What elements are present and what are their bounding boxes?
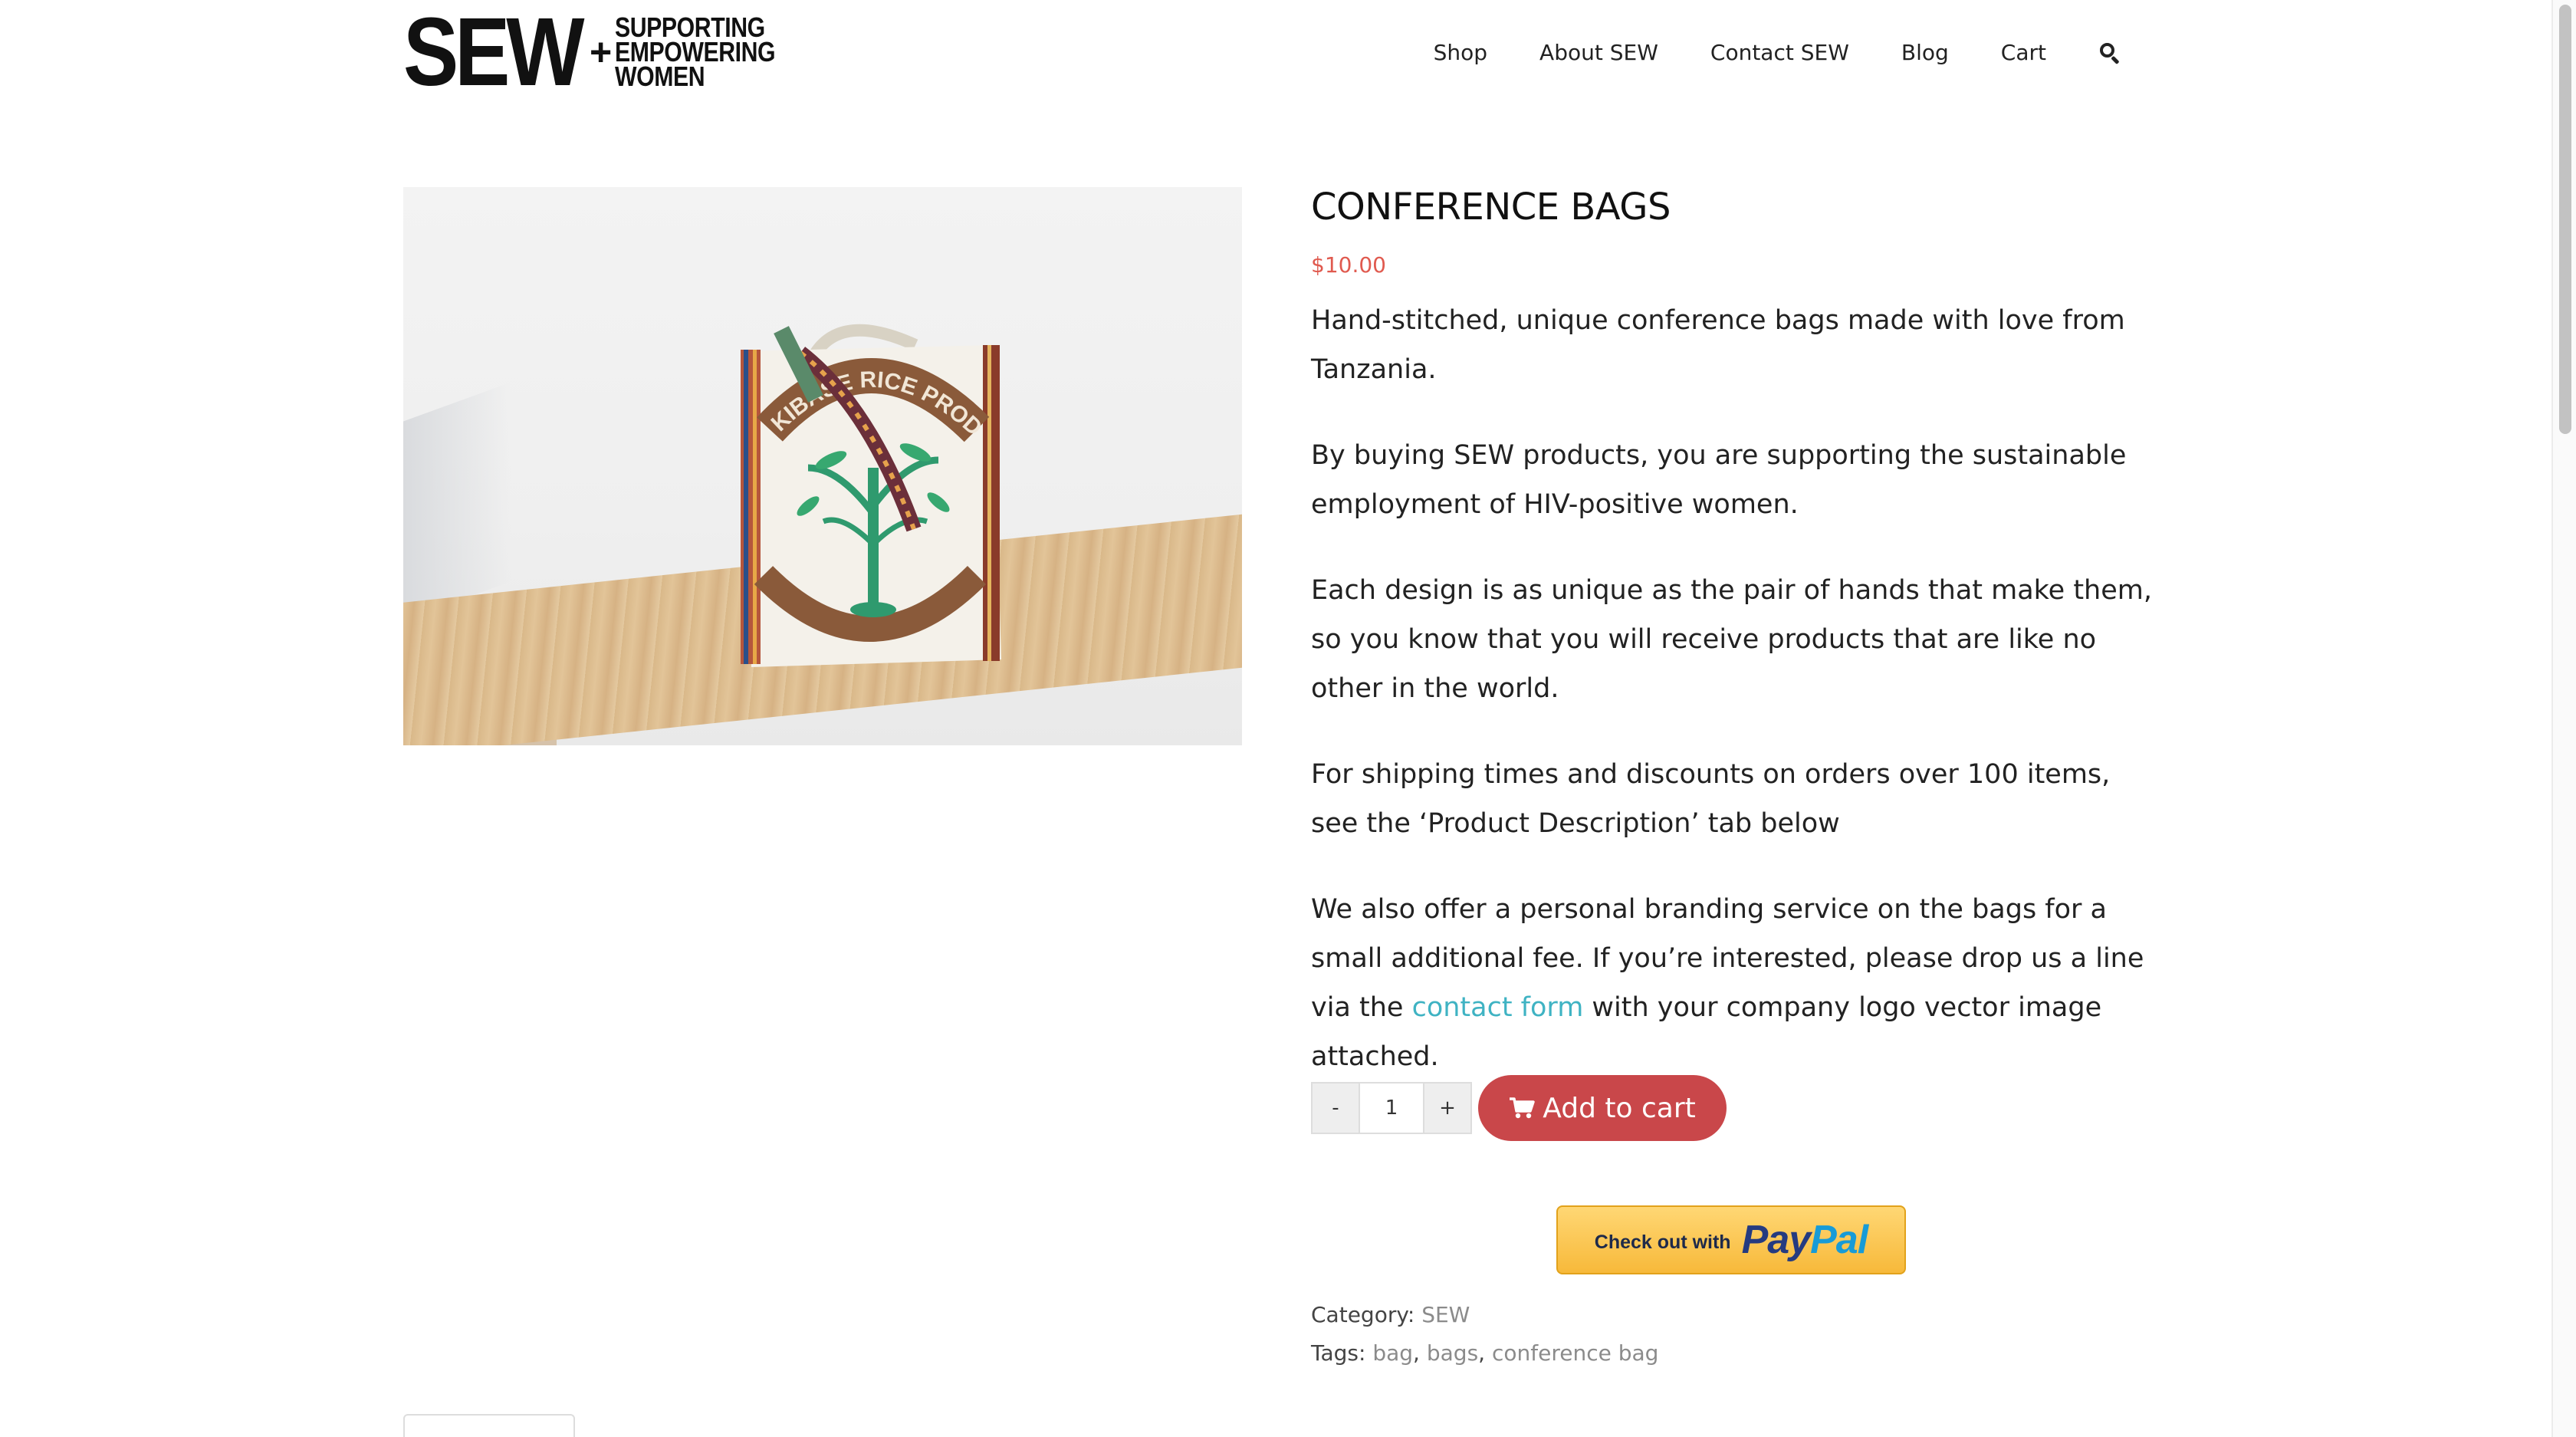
quantity-decrease-button[interactable]: -	[1313, 1084, 1359, 1133]
add-to-cart-form: - + Add to cart	[1311, 1075, 1727, 1141]
branding-paragraph: We also offer a personal branding servic…	[1311, 885, 2154, 1081]
logo-tagline-line3: WOMEN	[615, 61, 705, 92]
tag-link[interactable]: conference bag	[1492, 1340, 1658, 1366]
paypal-prefix: Check out with	[1594, 1231, 1731, 1253]
site-logo[interactable]: SEW + SUPPORTING EMPOWERING WOMEN	[403, 0, 806, 106]
logo-plus: +	[590, 31, 613, 74]
product-tabs[interactable]	[403, 1414, 575, 1437]
tag-separator: ,	[1413, 1340, 1420, 1366]
tag-link[interactable]: bag	[1372, 1340, 1413, 1366]
scrollbar-thumb[interactable]	[2559, 5, 2571, 434]
search-icon[interactable]	[2098, 41, 2120, 65]
tags-label: Tags:	[1311, 1340, 1366, 1366]
nav-item-contact[interactable]: Contact SEW	[1710, 40, 1849, 65]
paypal-logo-pal: Pal	[1810, 1218, 1868, 1262]
category-label: Category:	[1311, 1302, 1415, 1327]
description-paragraph: Hand-stitched, unique conference bags ma…	[1311, 305, 2125, 385]
product-page: SEW + SUPPORTING EMPOWERING WOMEN Shop A…	[0, 0, 2576, 1437]
paypal-logo-pay: Pay	[1741, 1218, 1812, 1262]
quantity-increase-button[interactable]: +	[1424, 1084, 1470, 1133]
tag-separator: ,	[1478, 1340, 1486, 1366]
tag-link[interactable]: bags	[1427, 1340, 1478, 1366]
product-image[interactable]: KIBASE RICE PRODUCTS	[403, 187, 1242, 745]
description-paragraph: Each design is as unique as the pair of …	[1311, 575, 2152, 704]
product-title: CONFERENCE BAGS	[1311, 186, 1671, 229]
paypal-checkout-button[interactable]: Check out with PayPal	[1556, 1205, 1906, 1274]
nav-item-cart[interactable]: Cart	[2001, 40, 2046, 65]
add-to-cart-label: Add to cart	[1543, 1092, 1696, 1124]
shopping-cart-icon	[1510, 1097, 1535, 1119]
site-header: SEW + SUPPORTING EMPOWERING WOMEN Shop A…	[0, 0, 2545, 115]
logo-tagline: SUPPORTING EMPOWERING WOMEN	[615, 14, 776, 92]
paypal-logo: PayPal	[1741, 1217, 1869, 1263]
add-to-cart-button[interactable]: Add to cart	[1478, 1075, 1727, 1141]
logo-wordmark: SEW	[403, 0, 585, 106]
product-price: $10.00	[1311, 252, 1386, 278]
contact-form-link[interactable]: contact form	[1412, 992, 1584, 1023]
category-link[interactable]: SEW	[1421, 1302, 1470, 1327]
main-nav: Shop About SEW Contact SEW Blog Cart	[1382, 34, 2120, 71]
product-summary: CONFERENCE BAGS $10.00 Hand-stitched, un…	[1311, 181, 2154, 1118]
product-description: Hand-stitched, unique conference bags ma…	[1311, 296, 2154, 1081]
description-paragraph: For shipping times and discounts on orde…	[1311, 759, 2111, 839]
tags-line: Tags: bag, bags, conference bag	[1311, 1334, 1658, 1373]
bag-illustration: KIBASE RICE PRODUCTS	[716, 314, 1001, 667]
description-paragraph: By buying SEW products, you are supporti…	[1311, 440, 2127, 520]
nav-item-shop[interactable]: Shop	[1434, 40, 1487, 65]
nav-item-about[interactable]: About SEW	[1539, 40, 1658, 65]
product-meta: Category: SEW Tags: bag, bags, conferenc…	[1311, 1296, 1658, 1373]
quantity-stepper: - +	[1311, 1082, 1472, 1134]
page-scrollbar[interactable]	[2551, 0, 2576, 1437]
category-line: Category: SEW	[1311, 1296, 1658, 1334]
quantity-input[interactable]	[1359, 1084, 1424, 1133]
nav-item-blog[interactable]: Blog	[1901, 40, 1949, 65]
